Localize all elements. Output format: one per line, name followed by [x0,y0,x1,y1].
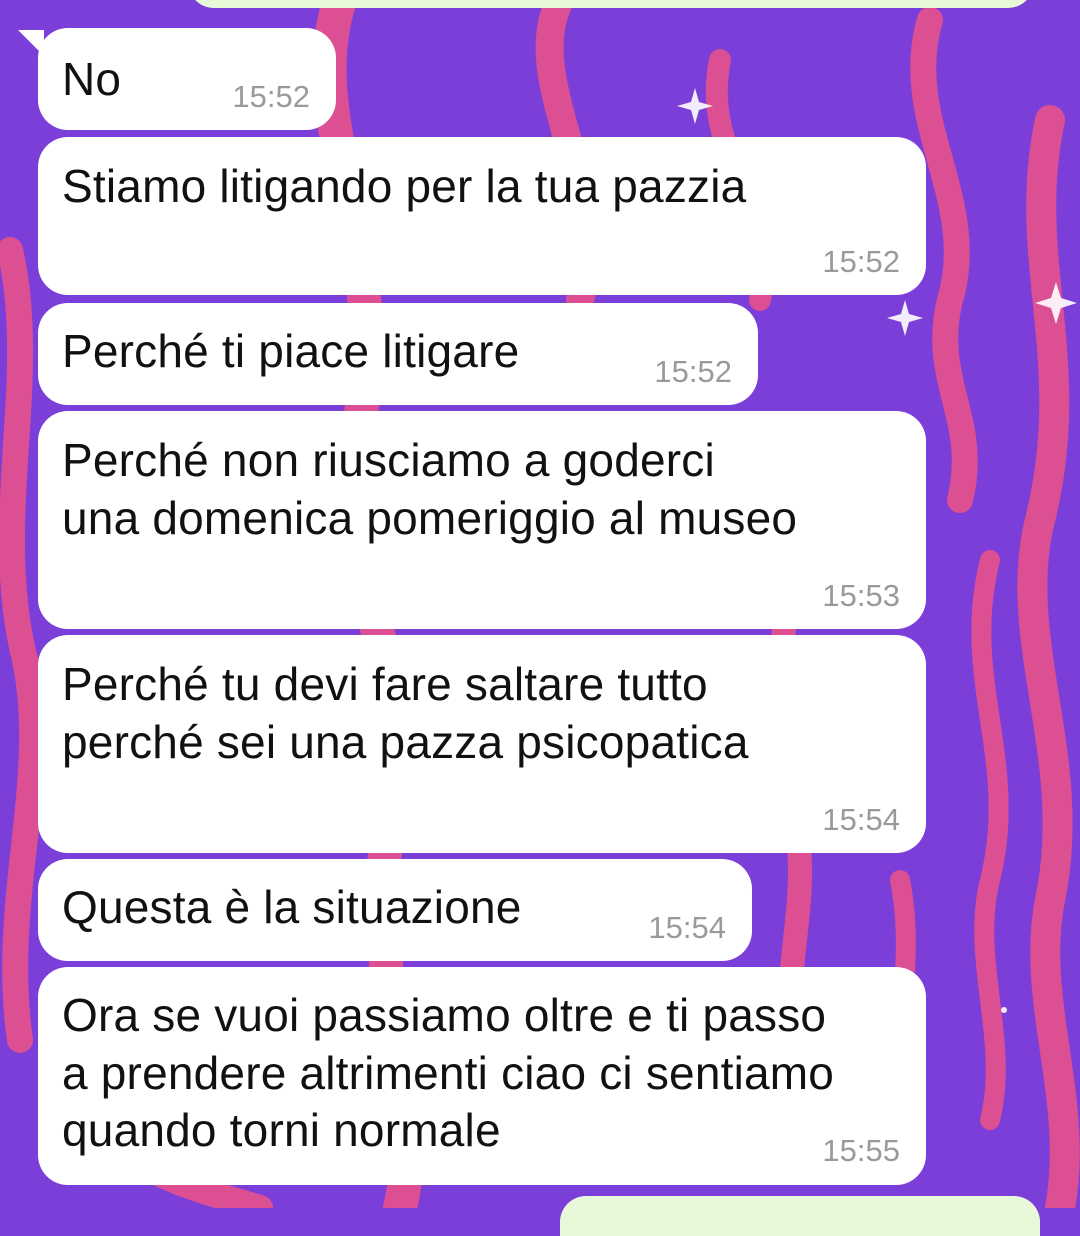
message-text-line: a prendere altrimenti ciao ci sentiamo [62,1047,835,1099]
message-text-line: Perché tu devi fare saltare tutto [62,658,708,710]
message-text-line: Perché non riusciamo a goderci [62,434,715,486]
message-time: 15:52 [654,354,732,389]
incoming-message-bubble[interactable]: Stiamo litigando per la tua pazzia 15:52 [38,137,926,295]
message-text: Questa è la situazione [62,881,522,933]
incoming-message-bubble[interactable]: Perché non riusciamo a goderci una domen… [38,411,926,629]
message-text: Perché ti piace litigare [62,325,520,377]
message-text-line: quando torni normale [62,1104,501,1156]
message-time: 15:54 [648,910,726,945]
message-text: Stiamo litigando per la tua pazzia [62,160,747,212]
outgoing-bubble-partial-bottom[interactable] [560,1196,1040,1236]
message-text-line: Ora se vuoi passiamo oltre e ti passo [62,989,827,1041]
outgoing-bubble-partial-top[interactable] [188,0,1034,8]
incoming-message-bubble[interactable]: No 15:52 [38,28,336,130]
incoming-message-bubble[interactable]: Questa è la situazione 15:54 [38,859,752,961]
incoming-message-bubble[interactable]: Perché tu devi fare saltare tutto perché… [38,635,926,853]
incoming-message-bubble[interactable]: Ora se vuoi passiamo oltre e ti passo a … [38,967,926,1185]
message-text-line: una domenica pomeriggio al museo [62,492,798,544]
incoming-message-bubble[interactable]: Perché ti piace litigare 15:52 [38,303,758,405]
message-text-line: perché sei una pazza psicopatica [62,716,749,768]
message-time: 15:53 [822,578,900,613]
message-time: 15:55 [822,1133,900,1168]
message-time: 15:54 [822,802,900,837]
message-time: 15:52 [822,244,900,279]
message-time: 15:52 [232,79,310,114]
message-text: No [62,53,122,105]
